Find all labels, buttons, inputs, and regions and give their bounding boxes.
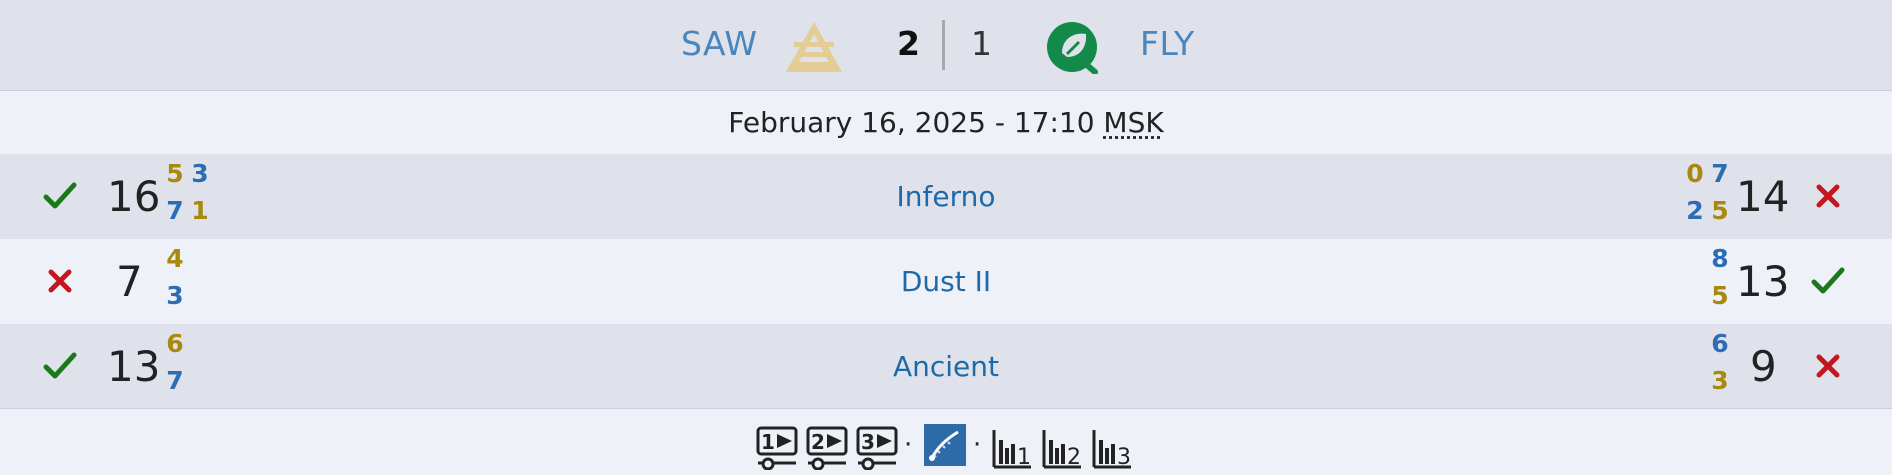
map-row-dust2: 7 4 3 Dust II 8 5 13 [0,239,1892,324]
half-score: 0 [1686,159,1704,188]
loss-cross-icon [1816,184,1840,208]
stats-map-1-icon[interactable]: 1 [991,426,1033,470]
vod-1-label: 1 [761,430,775,454]
map-name-link[interactable]: Dust II [0,239,1892,324]
separator-dot: · [973,430,982,460]
map-row-inferno: 16 5 7 3 1 Inferno 0 2 7 5 14 [0,154,1892,239]
match-links-footer: 1 2 3 · · 1 2 3 [0,410,1892,475]
score-divider [942,20,945,70]
timezone-abbr: MSK [1103,106,1164,139]
loss-cross-icon [1816,354,1840,378]
map-score-right: 13 [1736,257,1790,306]
map-name-link[interactable]: Inferno [0,154,1892,239]
vod-1-icon[interactable]: 1 [756,426,798,470]
half-score: 2 [1686,196,1704,225]
team-left-score: 2 [897,24,920,63]
stats-map-3-icon[interactable]: 3 [1091,426,1133,470]
half-score: 7 [1711,159,1729,188]
half-score: 3 [1711,366,1729,395]
hltv-stats-icon[interactable] [924,424,966,466]
match-header: SAW 2 1 FLY [0,0,1892,91]
map-row-ancient: 13 6 7 Ancient 6 3 9 [0,324,1892,409]
match-date-text: February 16, 2025 - 17:10 [728,106,1104,139]
vod-3-label: 3 [861,430,875,454]
map-name-link[interactable]: Ancient [0,324,1892,409]
half-score: 6 [1711,329,1729,358]
team-right-name[interactable]: FLY [1140,24,1195,63]
stats-map-2-icon[interactable]: 2 [1041,426,1083,470]
team-left-name[interactable]: SAW [681,24,757,63]
vod-2-label: 2 [811,430,825,454]
vod-2-icon[interactable]: 2 [806,426,848,470]
half-score: 5 [1711,196,1729,225]
fly-logo-icon[interactable] [1045,20,1105,74]
saw-logo-icon[interactable] [784,20,844,74]
map-score-right: 14 [1736,172,1790,221]
separator-dot: · [904,430,913,460]
half-score: 8 [1711,244,1729,273]
match-date: February 16, 2025 - 17:10 MSK [0,92,1892,154]
map-score-right: 9 [1750,342,1777,391]
win-check-icon [1811,267,1845,294]
stats-3-label: 3 [1117,445,1131,470]
stats-2-label: 2 [1067,445,1081,470]
vod-3-icon[interactable]: 3 [856,426,898,470]
half-score: 5 [1711,281,1729,310]
team-right-score: 1 [971,24,992,63]
stats-1-label: 1 [1017,445,1031,470]
